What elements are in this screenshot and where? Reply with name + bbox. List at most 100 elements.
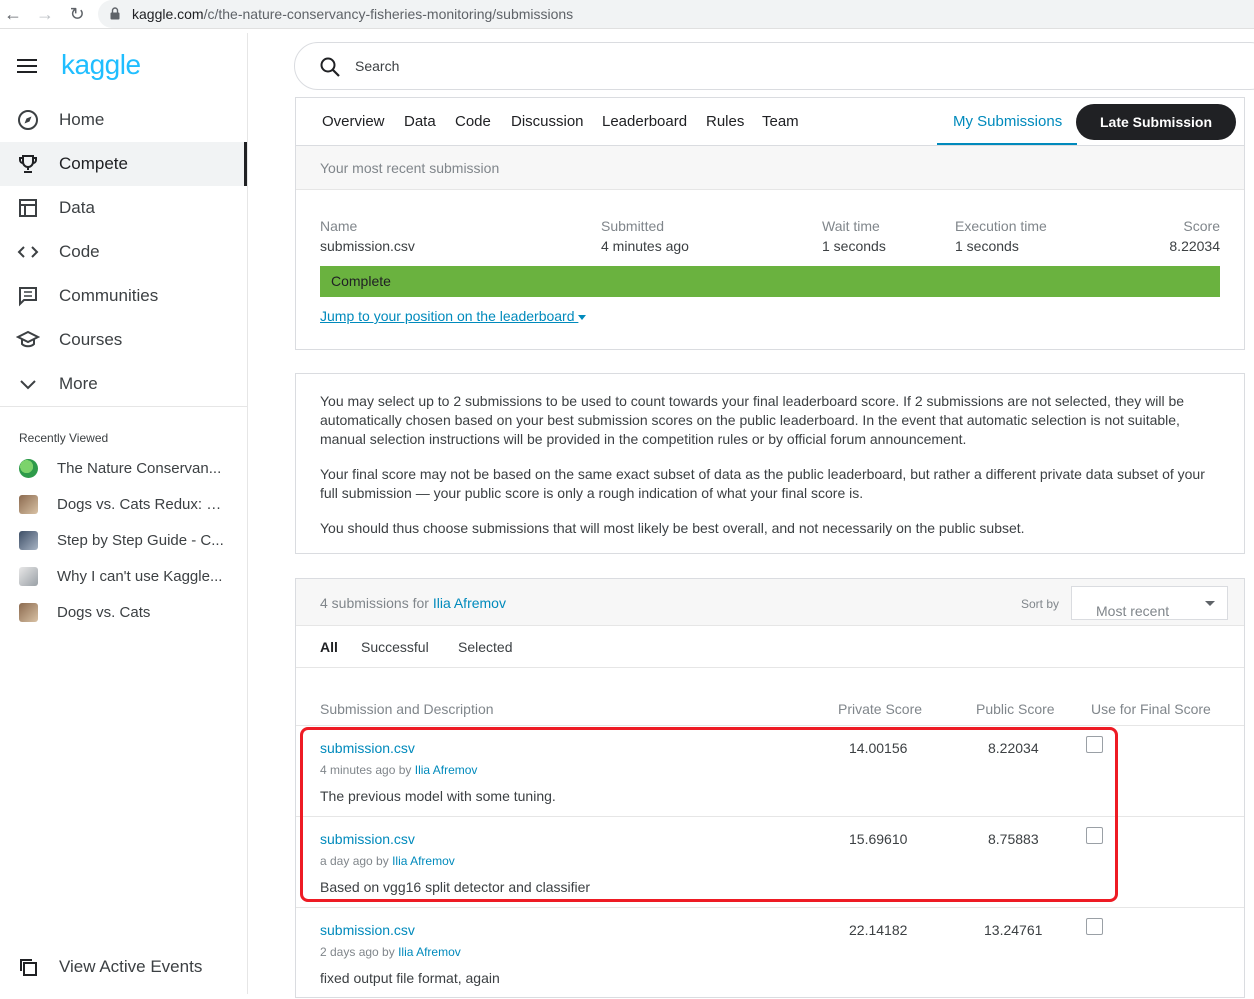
tab-code[interactable]: Code [455,113,491,130]
submitted-label: Submitted [601,218,665,234]
competition-thumbnail [19,495,38,514]
wait-time-field: Wait time 1 seconds [822,218,886,254]
table-row: submission.csv 2 days ago by Ilia Afremo… [296,908,1244,999]
tab-my-submissions[interactable]: My Submissions [953,113,1062,130]
public-score: 13.24761 [984,922,1043,938]
recent-submission-card: Your most recent submission Name submiss… [295,145,1245,350]
sidebar-item-label: Communities [59,286,159,305]
sidebar-item-courses[interactable]: Courses [0,318,247,362]
name-label: Name [320,218,358,234]
table-row: submission.csv a day ago by Ilia Afremov… [296,817,1244,908]
recent-item-label: Step by Step Guide - C... [57,532,224,549]
tab-rules[interactable]: Rules [706,113,744,130]
menu-icon[interactable] [17,59,37,73]
chevron-down-icon [20,380,36,390]
recent-item-label: Dogs vs. Cats [57,604,151,621]
recent-item[interactable]: Dogs vs. Cats Redux: K... [0,487,247,523]
late-submission-button[interactable]: Late Submission [1076,104,1236,140]
sidebar-item-data[interactable]: Data [0,186,247,230]
private-score: 14.00156 [849,740,908,756]
submission-file-link[interactable]: submission.csv [320,740,415,756]
submission-file-link[interactable]: submission.csv [320,922,415,938]
name-value: submission.csv [320,238,415,254]
url-text: kaggle.com/c/the-nature-conservancy-fish… [132,6,573,22]
avatar [19,531,38,550]
sidebar-divider [0,406,247,407]
caret-down-icon [1205,601,1215,606]
table-row: submission.csv 4 minutes ago by Ilia Afr… [296,726,1244,817]
card-title: Your most recent submission [320,160,500,176]
sidebar-item-home[interactable]: Home [0,98,247,142]
info-paragraph: You should thus choose submissions that … [320,520,1025,536]
wait-time-value: 1 seconds [822,238,886,254]
sidebar-item-more[interactable]: More [0,362,247,406]
tab-overview[interactable]: Overview [322,113,385,130]
status-text: Complete [331,273,391,289]
filter-successful[interactable]: Successful [361,639,429,655]
sidebar-item-compete[interactable]: Compete [0,142,247,186]
public-score: 8.75883 [988,831,1039,847]
submission-time: 4 minutes ago by [320,763,412,777]
wait-time-label: Wait time [822,218,880,234]
submission-file-link[interactable]: submission.csv [320,831,415,847]
back-arrow-icon[interactable]: ← [3,4,23,24]
submission-meta: 2 days ago by Ilia Afremov [320,945,461,959]
table-icon [19,199,37,217]
status-badge: Complete [320,266,1220,297]
submissions-list-card: 4 submissions for Ilia Afremov Sort by M… [295,578,1245,998]
final-score-checkbox[interactable] [1086,736,1103,753]
sidebar-item-label: Data [59,198,95,217]
sidebar-item-communities[interactable]: Communities [0,274,247,318]
tab-leaderboard[interactable]: Leaderboard [602,113,687,130]
author-link[interactable]: Ilia Afremov [398,945,461,959]
final-score-checkbox[interactable] [1086,918,1103,935]
filter-selected[interactable]: Selected [458,639,512,655]
tab-team[interactable]: Team [762,113,799,130]
tab-data[interactable]: Data [404,113,436,130]
tab-discussion[interactable]: Discussion [511,113,584,130]
competition-thumbnail [19,459,38,478]
jump-to-leaderboard-link[interactable]: Jump to your position on the leaderboard [320,308,587,324]
user-link[interactable]: Ilia Afremov [433,595,506,611]
view-active-events-label: View Active Events [59,957,203,976]
author-link[interactable]: Ilia Afremov [392,854,455,868]
private-score: 15.69610 [849,831,908,847]
submitted-field: Submitted 4 minutes ago [601,218,689,254]
address-bar[interactable]: kaggle.com/c/the-nature-conservancy-fish… [98,0,1254,28]
competition-thumbnail [19,603,38,622]
public-score: 8.22034 [988,740,1039,756]
school-icon [16,330,40,348]
search-input[interactable]: Search [294,42,1254,90]
sidebar: kaggle Home Compete Data Code Communitie… [0,33,248,994]
kaggle-logo[interactable]: kaggle [61,49,141,81]
recent-item[interactable]: Why I can't use Kaggle... [0,559,247,595]
submitted-value: 4 minutes ago [601,238,689,254]
column-header-description: Submission and Description [320,701,494,717]
submissions-count: 4 submissions for Ilia Afremov [320,595,506,611]
recent-item[interactable]: The Nature Conservan... [0,451,247,487]
filter-all[interactable]: All [320,639,338,655]
sort-select[interactable]: Most recent [1071,586,1228,620]
final-score-info-card: You may select up to 2 submissions to be… [295,373,1245,554]
recent-item[interactable]: Dogs vs. Cats [0,595,247,631]
sidebar-item-code[interactable]: Code [0,230,247,274]
sidebar-item-label: Courses [59,330,123,349]
competition-tabs: Overview Data Code Discussion Leaderboar… [295,97,1245,145]
trophy-icon [19,155,37,173]
recent-item[interactable]: Step by Step Guide - C... [0,523,247,559]
url-path: /c/the-nature-conservancy-fisheries-moni… [203,6,574,22]
avatar [19,567,38,586]
reload-icon[interactable]: ↻ [67,4,87,24]
jump-link-text: Jump to your position on the leaderboard [320,308,575,324]
final-score-checkbox[interactable] [1086,827,1103,844]
view-active-events-button[interactable]: View Active Events [0,947,247,987]
compass-icon [18,110,38,130]
forward-arrow-icon[interactable]: → [35,4,55,24]
author-link[interactable]: Ilia Afremov [415,763,478,777]
execution-time-label: Execution time [955,218,1047,234]
url-domain: kaggle.com [132,6,204,22]
sidebar-item-label: Home [59,110,105,129]
sort-value: Most recent [1096,603,1170,619]
submission-meta: a day ago by Ilia Afremov [320,854,455,868]
sidebar-item-label: Compete [59,154,128,173]
